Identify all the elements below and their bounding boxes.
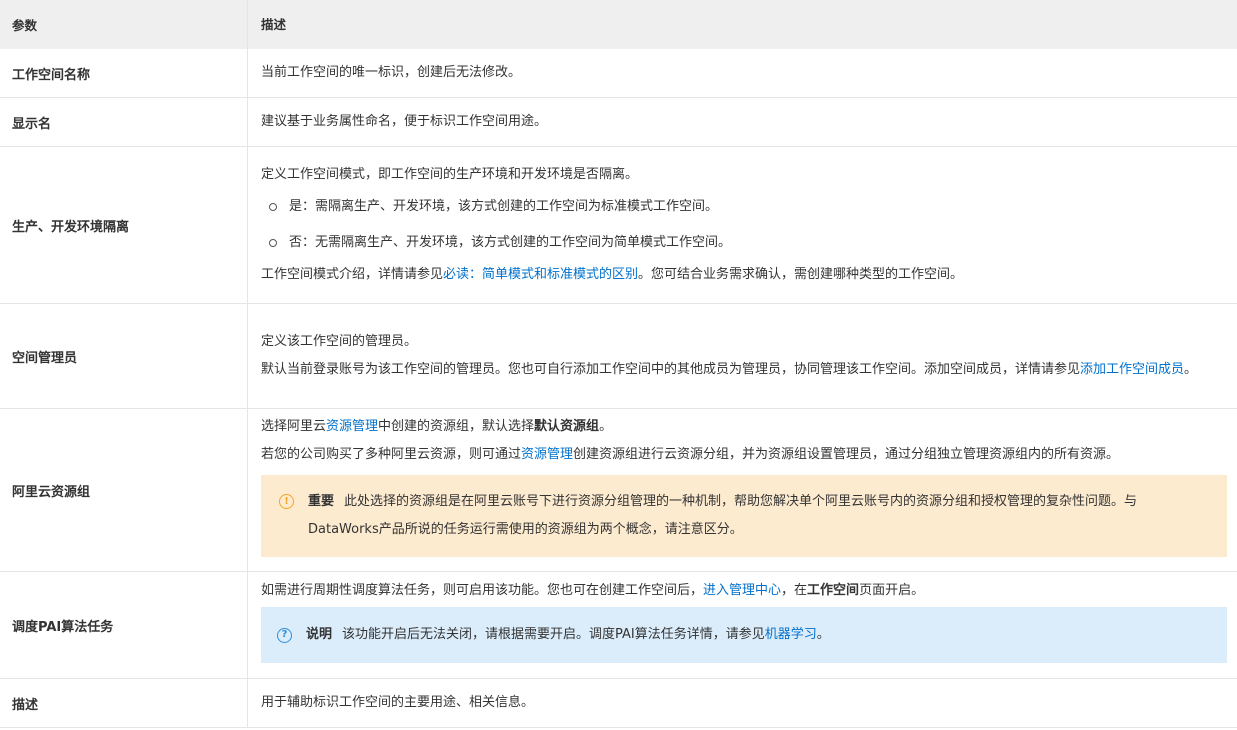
table-row: 空间管理员 定义该工作空间的管理员。 默认当前登录账号为该工作空间的管理员。您也… [0, 304, 1237, 409]
param-desc: 定义工作空间模式，即工作空间的生产环境和开发环境是否隔离。 是：需隔离生产、开发… [248, 147, 1237, 303]
machine-learning-link[interactable]: 机器学习 [765, 627, 817, 642]
add-member-link[interactable]: 添加工作空间成员 [1080, 362, 1184, 377]
table-row: 调度PAI算法任务 如需进行周期性调度算法任务，则可启用该功能。您也可在创建工作… [0, 572, 1237, 679]
desc-intro: 定义工作空间模式，即工作空间的生产环境和开发环境是否隔离。 [261, 167, 639, 182]
param-name: 工作空间名称 [0, 49, 248, 97]
important-callout: ! 重要 此处选择的资源组是在阿里云账号下进行资源分组管理的一种机制，帮助您解决单… [261, 475, 1227, 557]
param-desc: 如需进行周期性调度算法任务，则可启用该功能。您也可在创建工作空间后，进入管理中心… [248, 572, 1237, 678]
param-desc: 用于辅助标识工作空间的主要用途、相关信息。 [261, 695, 535, 710]
param-desc: 建议基于业务属性命名，便于标识工作空间用途。 [261, 114, 548, 129]
param-name: 描述 [0, 679, 248, 727]
table-row: 描述 用于辅助标识工作空间的主要用途、相关信息。 [0, 679, 1237, 728]
mode-difference-link[interactable]: 必读：简单模式和标准模式的区别 [443, 267, 638, 282]
list-item: 是：需隔离生产、开发环境，该方式创建的工作空间为标准模式工作空间。 [269, 189, 1232, 225]
question-icon: ? [277, 627, 292, 643]
header-param: 参数 [0, 0, 248, 49]
resource-management-link[interactable]: 资源管理 [521, 447, 573, 462]
param-name: 阿里云资源组 [0, 409, 248, 571]
option-list: 是：需隔离生产、开发环境，该方式创建的工作空间为标准模式工作空间。 否：无需隔离… [261, 189, 1232, 261]
param-name: 显示名 [0, 98, 248, 146]
param-desc: 选择阿里云资源管理中创建的资源组，默认选择默认资源组。 若您的公司购买了多种阿里… [248, 409, 1237, 571]
table-row: 阿里云资源组 选择阿里云资源管理中创建的资源组，默认选择默认资源组。 若您的公司… [0, 409, 1237, 572]
param-name: 空间管理员 [0, 304, 248, 408]
list-item: 否：无需隔离生产、开发环境，该方式创建的工作空间为简单模式工作空间。 [269, 225, 1232, 261]
header-desc: 描述 [261, 16, 287, 32]
note-callout: ? 说明 该功能开启后无法关闭，请根据需要开启。调度PAI算法任务详情，请参见机器… [261, 607, 1227, 663]
desc-outro: 工作空间模式介绍，详情请参见必读：简单模式和标准模式的区别。您可结合业务需求确认… [261, 267, 964, 282]
param-desc: 定义该工作空间的管理员。 默认当前登录账号为该工作空间的管理员。您也可自行添加工… [261, 334, 1198, 377]
param-name: 调度PAI算法任务 [0, 572, 248, 678]
table-row: 生产、开发环境隔离 定义工作空间模式，即工作空间的生产环境和开发环境是否隔离。 … [0, 147, 1237, 304]
table-row: 工作空间名称 当前工作空间的唯一标识，创建后无法修改。 [0, 49, 1237, 98]
param-name: 生产、开发环境隔离 [0, 147, 248, 303]
management-center-link[interactable]: 进入管理中心 [703, 583, 781, 598]
table-header-row: 参数 描述 [0, 0, 1237, 49]
bullet-circle-icon [269, 203, 277, 211]
callout-title: 重要 [308, 494, 335, 509]
resource-management-link[interactable]: 资源管理 [326, 419, 378, 434]
table-row: 显示名 建议基于业务属性命名，便于标识工作空间用途。 [0, 98, 1237, 147]
param-desc: 当前工作空间的唯一标识，创建后无法修改。 [261, 65, 522, 80]
bullet-circle-icon [269, 239, 277, 247]
parameter-table: 参数 描述 工作空间名称 当前工作空间的唯一标识，创建后无法修改。 显示名 建议… [0, 0, 1237, 728]
callout-title: 说明 [306, 627, 333, 642]
warning-icon: ! [279, 494, 294, 509]
